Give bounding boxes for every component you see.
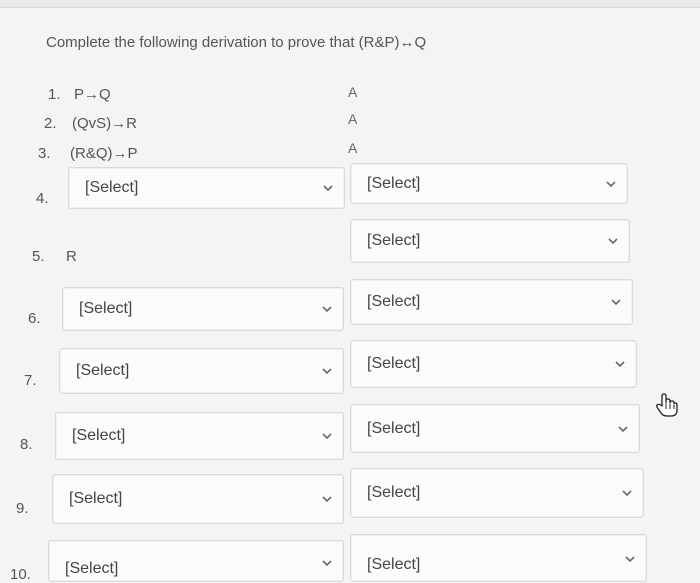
question-prompt: Complete the following derivation to pro…	[46, 34, 427, 51]
justification-select[interactable]: [Select]	[350, 534, 647, 582]
line-number: 10.	[10, 566, 31, 583]
line-justification: A	[348, 111, 358, 127]
justification-select[interactable]: [Select]	[350, 404, 640, 453]
line-number: 6.	[28, 310, 41, 327]
line-justification: A	[348, 84, 358, 100]
line-number: 8.	[20, 436, 33, 453]
chevron-down-icon	[322, 433, 332, 440]
select-label: [Select]	[76, 362, 130, 379]
formula-select[interactable]: [Select]	[55, 412, 344, 460]
select-label: [Select]	[367, 484, 421, 501]
chevron-down-icon	[611, 299, 621, 306]
line-number: 9.	[16, 500, 29, 517]
line-justification: A	[348, 140, 358, 156]
chevron-down-icon	[322, 306, 332, 313]
formula-select[interactable]: [Select]	[59, 348, 344, 394]
select-label: [Select]	[69, 490, 123, 507]
select-label: [Select]	[367, 556, 421, 573]
line-formula: P→Q	[74, 86, 111, 103]
justification-select[interactable]: [Select]	[350, 163, 628, 204]
justification-select[interactable]: [Select]	[350, 340, 637, 388]
select-label: [Select]	[367, 232, 421, 249]
formula-select[interactable]: [Select]	[48, 540, 344, 582]
hand-pointer-icon	[656, 393, 678, 417]
chevron-down-icon	[615, 361, 625, 368]
line-formula: R	[66, 248, 77, 265]
line-number: 1.	[48, 86, 61, 103]
line-number: 7.	[24, 372, 37, 389]
chevron-down-icon	[625, 556, 635, 563]
formula-select[interactable]: [Select]	[68, 167, 345, 209]
line-formula: (R&Q)→P	[70, 145, 138, 162]
chevron-down-icon	[618, 425, 628, 432]
line-number: 4.	[36, 190, 49, 207]
select-label: [Select]	[367, 174, 421, 192]
select-label: [Select]	[367, 293, 421, 310]
chevron-down-icon	[323, 185, 333, 192]
justification-select[interactable]: [Select]	[350, 219, 630, 263]
justification-select[interactable]: [Select]	[350, 468, 644, 518]
select-label: [Select]	[65, 560, 119, 577]
select-label: [Select]	[367, 419, 421, 437]
select-label: [Select]	[72, 427, 126, 444]
select-label: [Select]	[367, 355, 421, 372]
chevron-down-icon	[606, 180, 616, 187]
select-label: [Select]	[79, 300, 133, 317]
select-label: [Select]	[85, 179, 139, 196]
chevron-down-icon	[608, 238, 618, 245]
line-number: 5.	[32, 248, 45, 265]
formula-select[interactable]: [Select]	[62, 287, 344, 331]
line-number: 3.	[38, 145, 51, 162]
line-number: 2.	[44, 115, 57, 132]
chevron-down-icon	[322, 368, 332, 375]
chevron-down-icon	[322, 496, 332, 503]
formula-select[interactable]: [Select]	[52, 474, 344, 524]
chevron-down-icon	[622, 490, 632, 497]
top-divider	[0, 0, 700, 8]
line-formula: (QvS)→R	[72, 115, 137, 132]
justification-select[interactable]: [Select]	[350, 279, 633, 325]
chevron-down-icon	[322, 560, 332, 567]
